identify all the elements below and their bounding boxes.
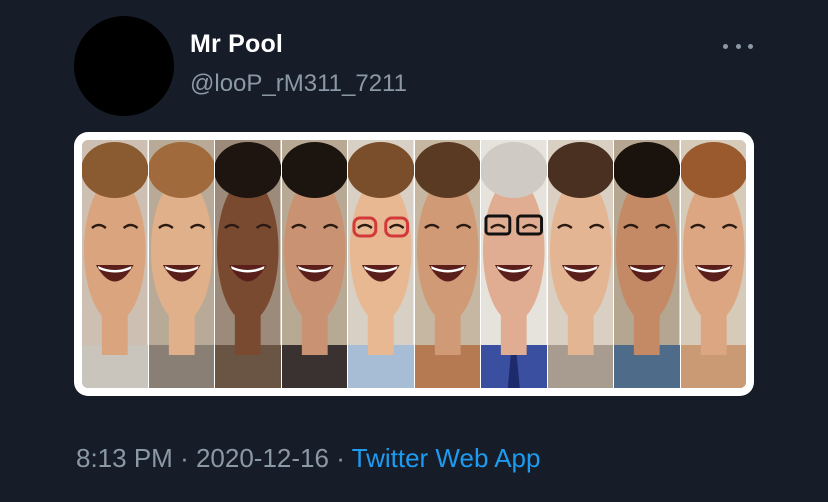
- more-dot: [735, 43, 741, 49]
- display-name[interactable]: Mr Pool: [190, 30, 283, 59]
- image-collage[interactable]: [82, 140, 746, 388]
- meta-separator: ·: [180, 443, 189, 473]
- collage-strip: [414, 140, 481, 388]
- tweet-meta: 8:13 PM · 2020-12-16 · Twitter Web App: [76, 443, 540, 474]
- collage-strip: [281, 140, 348, 388]
- tweet-date: 2020-12-16: [195, 443, 329, 473]
- more-dot: [748, 43, 753, 49]
- more-horizontal-icon[interactable]: [723, 36, 753, 56]
- meta-separator: ·: [336, 443, 345, 473]
- collage-strip: [82, 140, 149, 388]
- collage-strip: [547, 140, 614, 388]
- collage-strip: [481, 140, 548, 388]
- collage-strip: [680, 140, 746, 388]
- collage-strip: [348, 140, 415, 388]
- user-handle[interactable]: @looP_rM311_7211: [190, 70, 407, 98]
- collage-strip: [614, 140, 681, 388]
- avatar[interactable]: [74, 16, 174, 116]
- collage-strip: [148, 140, 215, 388]
- more-dot: [723, 43, 728, 49]
- tweet-source-link[interactable]: Twitter Web App: [352, 443, 541, 473]
- tweet-media[interactable]: [74, 132, 754, 396]
- collage-strip: [215, 140, 282, 388]
- tweet-time: 8:13 PM: [76, 443, 173, 473]
